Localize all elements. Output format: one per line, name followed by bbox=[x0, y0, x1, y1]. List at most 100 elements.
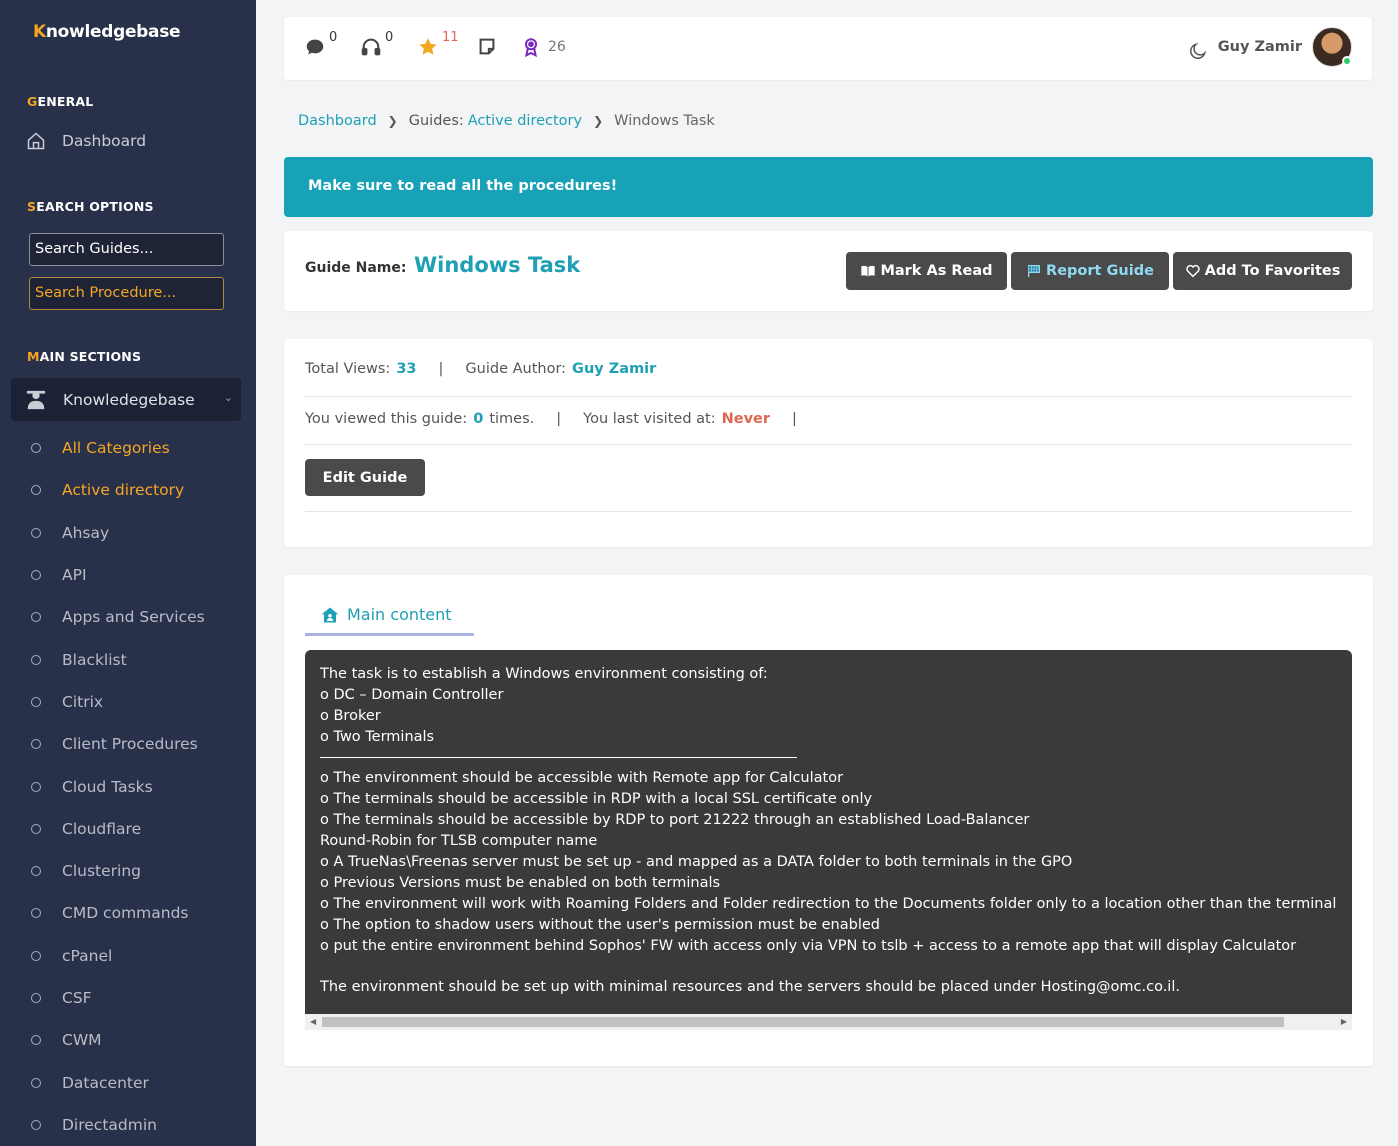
divider bbox=[305, 396, 1352, 397]
category-item[interactable]: All Categories bbox=[0, 427, 256, 469]
content-line: o The environment will work with Roaming… bbox=[320, 895, 1337, 912]
favorites-count: 11 bbox=[442, 30, 459, 45]
guide-content-box: The task is to establish a Windows envir… bbox=[305, 650, 1352, 1014]
home-user-icon bbox=[321, 607, 339, 623]
circle-icon bbox=[31, 1119, 41, 1130]
category-item[interactable]: CSF bbox=[0, 977, 256, 1019]
scroll-left-icon[interactable]: ◀ bbox=[310, 1017, 316, 1026]
breadcrumb-dashboard-link[interactable]: Dashboard bbox=[298, 113, 377, 129]
note-icon bbox=[479, 38, 495, 55]
mark-as-read-button[interactable]: Mark As Read bbox=[846, 252, 1007, 290]
scroll-right-icon[interactable]: ▶ bbox=[1341, 1017, 1347, 1026]
circle-icon bbox=[31, 908, 41, 919]
category-item[interactable]: Clustering bbox=[0, 850, 256, 892]
notes-button[interactable] bbox=[476, 36, 498, 58]
category-item[interactable]: Cloud Tasks bbox=[0, 765, 256, 807]
star-icon bbox=[419, 38, 437, 55]
badges-button[interactable]: 26 bbox=[520, 36, 566, 58]
favorites-button[interactable]: 11 bbox=[417, 30, 459, 58]
circle-icon bbox=[31, 866, 41, 877]
app-logo[interactable]: Knowledgebase bbox=[33, 22, 181, 42]
sidebar: Knowledgebase GENERAL Dashboard SEARCH O… bbox=[0, 0, 256, 1146]
circle-icon bbox=[31, 1077, 41, 1088]
content-line: o The terminals should be accessible by … bbox=[320, 812, 1030, 829]
category-item[interactable]: CWM bbox=[0, 1019, 256, 1061]
guide-title: Windows Task bbox=[414, 253, 581, 277]
avatar[interactable] bbox=[1312, 27, 1352, 67]
category-item[interactable]: Citrix bbox=[0, 681, 256, 723]
viewed-count-value: 0 bbox=[473, 411, 484, 427]
search-procedure-input[interactable]: Search Procedure... bbox=[29, 277, 224, 310]
search-guides-input[interactable]: Search Guides... bbox=[29, 233, 224, 266]
horizontal-scrollbar[interactable]: ◀ ▶ bbox=[305, 1014, 1352, 1030]
total-views-value: 33 bbox=[396, 361, 417, 377]
breadcrumb-guides-label: Guides: bbox=[408, 113, 464, 129]
category-item[interactable]: CMD commands bbox=[0, 892, 256, 934]
teacher-icon bbox=[26, 390, 46, 409]
main-content-card: Main content The task is to establish a … bbox=[284, 575, 1373, 1066]
sidebar-item-knowledgebase[interactable]: Knowledegebase ⌄ bbox=[11, 378, 241, 421]
user-menu[interactable]: Guy Zamir bbox=[1188, 27, 1352, 67]
content-line: The environment should be set up with mi… bbox=[320, 979, 1180, 996]
add-to-favorites-button[interactable]: Add To Favorites bbox=[1173, 252, 1352, 290]
scrollbar-thumb[interactable] bbox=[322, 1017, 1284, 1027]
report-guide-button[interactable]: Report Guide bbox=[1011, 252, 1169, 290]
circle-icon bbox=[31, 654, 41, 665]
chevron-right-icon: ❯ bbox=[593, 114, 604, 128]
support-count: 0 bbox=[385, 30, 394, 45]
sidebar-item-dashboard[interactable]: Dashboard bbox=[26, 131, 146, 151]
section-search-options: SEARCH OPTIONS bbox=[27, 199, 154, 214]
home-icon bbox=[27, 132, 45, 150]
author-link[interactable]: Guy Zamir bbox=[572, 361, 656, 377]
content-line: o Two Terminals bbox=[320, 728, 435, 745]
online-status-indicator bbox=[1342, 56, 1352, 66]
breadcrumb-category-link[interactable]: Active directory bbox=[468, 113, 582, 129]
category-item[interactable]: Client Procedures bbox=[0, 723, 256, 765]
chat-icon bbox=[306, 39, 324, 55]
guide-name-label: Guide Name: bbox=[305, 260, 407, 276]
circle-icon bbox=[31, 696, 41, 707]
category-item[interactable]: Datacenter bbox=[0, 1061, 256, 1103]
circle-icon bbox=[31, 781, 41, 792]
support-button[interactable]: 0 bbox=[360, 30, 393, 58]
divider bbox=[305, 444, 1352, 445]
content-line: o put the entire environment behind Soph… bbox=[320, 937, 1297, 954]
circle-icon bbox=[31, 485, 41, 496]
circle-icon bbox=[31, 527, 41, 538]
content-line: o Previous Versions must be enabled on b… bbox=[320, 874, 721, 891]
category-item[interactable]: Ahsay bbox=[0, 512, 256, 554]
content-line: o The option to shadow users without the… bbox=[320, 916, 880, 933]
category-item[interactable]: Blacklist bbox=[0, 638, 256, 680]
divider bbox=[305, 511, 1352, 512]
circle-icon bbox=[31, 950, 41, 961]
content-line: The task is to establish a Windows envir… bbox=[320, 666, 768, 682]
moon-icon[interactable] bbox=[1188, 41, 1208, 61]
messages-button[interactable]: 0 bbox=[304, 30, 337, 58]
flag-icon bbox=[1028, 265, 1041, 277]
content-line: Round-Robin for TLSB computer name bbox=[320, 833, 598, 850]
book-open-icon bbox=[861, 265, 876, 277]
circle-icon bbox=[31, 823, 41, 834]
category-item[interactable]: Apps and Services bbox=[0, 596, 256, 638]
breadcrumb: Dashboard ❯ Guides: Active directory ❯ W… bbox=[298, 113, 715, 129]
user-name: Guy Zamir bbox=[1217, 39, 1302, 55]
guide-stats-card: Total Views: 33 | Guide Author: Guy Zami… bbox=[284, 339, 1373, 547]
category-item[interactable]: Directadmin bbox=[0, 1104, 256, 1146]
category-item[interactable]: cPanel bbox=[0, 935, 256, 977]
chevron-down-icon: ⌄ bbox=[223, 391, 233, 404]
category-item[interactable]: Cloudflare bbox=[0, 808, 256, 850]
views-author-row: Total Views: 33 | Guide Author: Guy Zami… bbox=[305, 361, 657, 377]
heart-icon bbox=[1185, 264, 1200, 278]
category-item[interactable]: Active directory bbox=[0, 469, 256, 511]
content-line: o DC – Domain Controller bbox=[320, 686, 504, 703]
circle-icon bbox=[31, 739, 41, 750]
info-alert: Make sure to read all the procedures! bbox=[284, 157, 1373, 217]
circle-icon bbox=[31, 993, 41, 1003]
badges-count: 26 bbox=[548, 39, 566, 55]
category-list: All Categories Active directory Ahsay AP… bbox=[0, 427, 256, 1146]
headphones-icon bbox=[361, 38, 381, 56]
circle-icon bbox=[31, 1035, 41, 1046]
edit-guide-button[interactable]: Edit Guide bbox=[305, 459, 425, 496]
tab-main-content[interactable]: Main content bbox=[305, 605, 474, 636]
category-item[interactable]: API bbox=[0, 554, 256, 596]
